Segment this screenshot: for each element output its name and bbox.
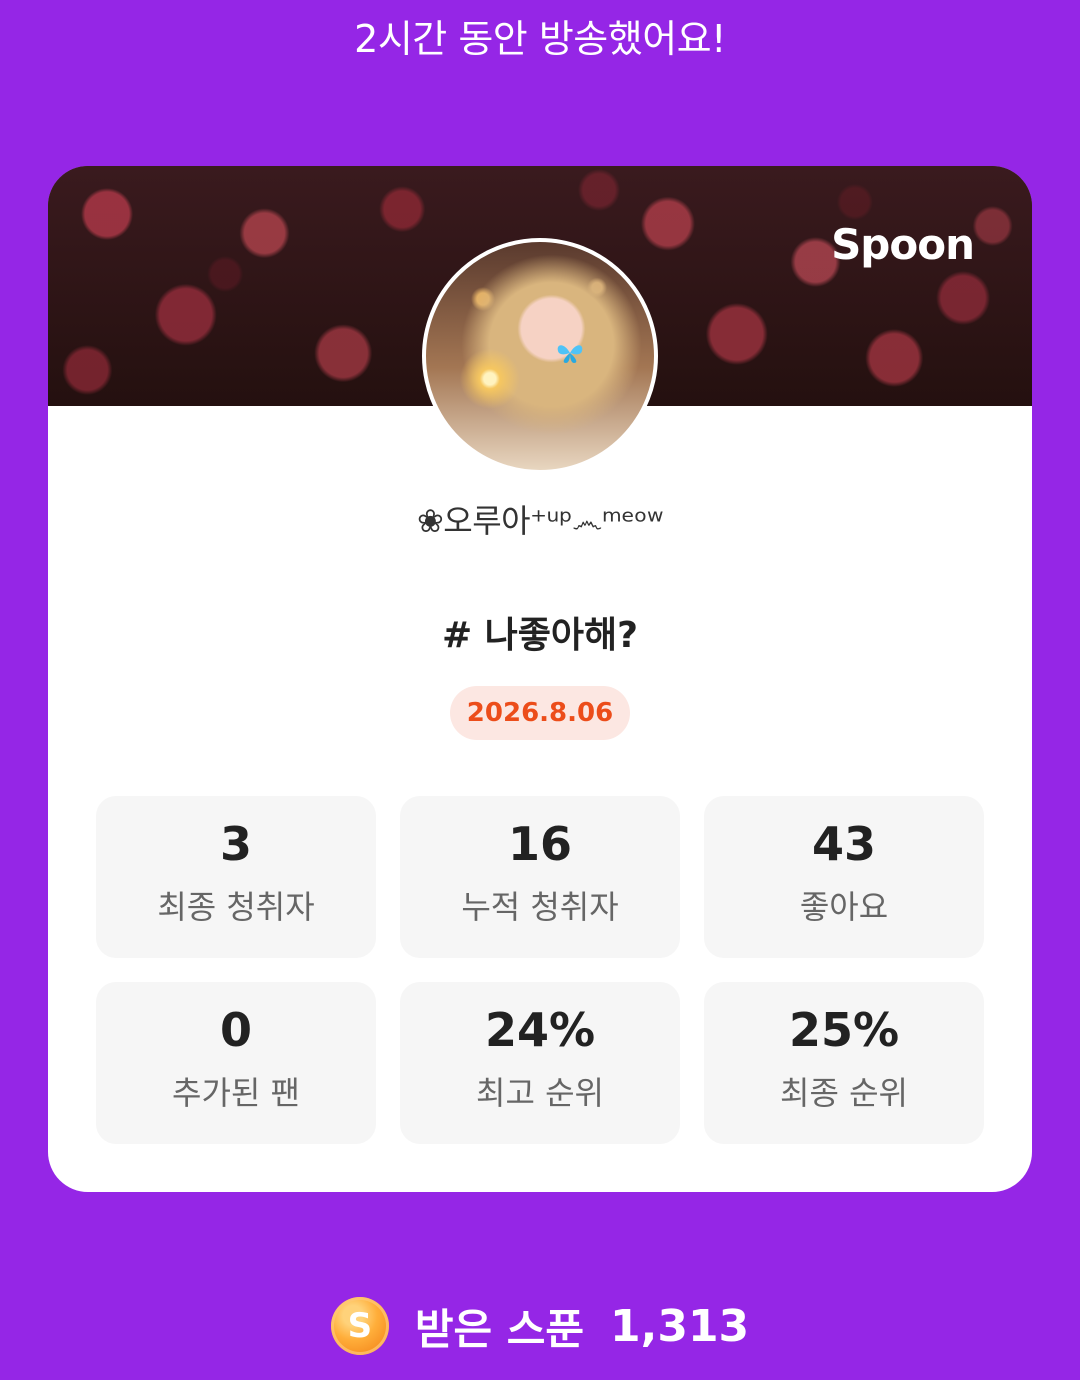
stat-value: 43 (811, 817, 876, 871)
stat-value: 3 (219, 817, 252, 871)
received-spoons-label: 받은 스푼 (414, 1304, 584, 1354)
spoon-logo: Spoon (831, 220, 975, 269)
stat-label: 최고 순위 (476, 1074, 604, 1112)
spoon-coin-icon: S (330, 1297, 389, 1355)
stat-value: 0 (219, 1003, 252, 1057)
stat-label: 최종 청취자 (157, 888, 315, 926)
stat-value: 24% (484, 1003, 596, 1057)
stat-total-listeners: 16 누적 청취자 (400, 796, 680, 958)
broadcast-date-badge: 2026.8.06 (450, 686, 630, 740)
stat-likes: 43 좋아요 (704, 796, 984, 958)
stat-new-fans: 0 추가된 팬 (96, 982, 376, 1144)
stat-final-listeners: 3 최종 청취자 (96, 796, 376, 958)
stats-grid: 3 최종 청취자 16 누적 청취자 43 좋아요 0 추가된 팬 24% 최고… (96, 796, 984, 1144)
broadcast-topic: # 나좋아해? (441, 615, 639, 656)
stat-best-rank: 24% 최고 순위 (400, 982, 680, 1144)
host-avatar[interactable] (422, 238, 658, 474)
broadcast-summary-card: Spoon ❀오루아⁺ᵘᵖ෴ᵐᵉᵒʷ # 나좋아해? 2026.8.06 3 최… (48, 166, 1032, 1192)
host-name: ❀오루아⁺ᵘᵖ෴ᵐᵉᵒʷ (416, 502, 664, 540)
stat-value: 25% (788, 1003, 900, 1057)
stat-value: 16 (507, 817, 572, 871)
stat-label: 추가된 팬 (172, 1074, 300, 1112)
received-spoons-amount: 1,313 (610, 1300, 750, 1352)
stat-label: 좋아요 (799, 888, 889, 926)
stat-label: 최종 순위 (780, 1074, 908, 1112)
stat-label: 누적 청취자 (461, 888, 619, 926)
broadcast-duration-headline: 2시간 동안 방송했어요! (354, 17, 726, 61)
butterfly-icon (557, 345, 583, 363)
stat-final-rank: 25% 최종 순위 (704, 982, 984, 1144)
received-spoons-summary: S 받은 스푼 1,313 (0, 1296, 1080, 1356)
